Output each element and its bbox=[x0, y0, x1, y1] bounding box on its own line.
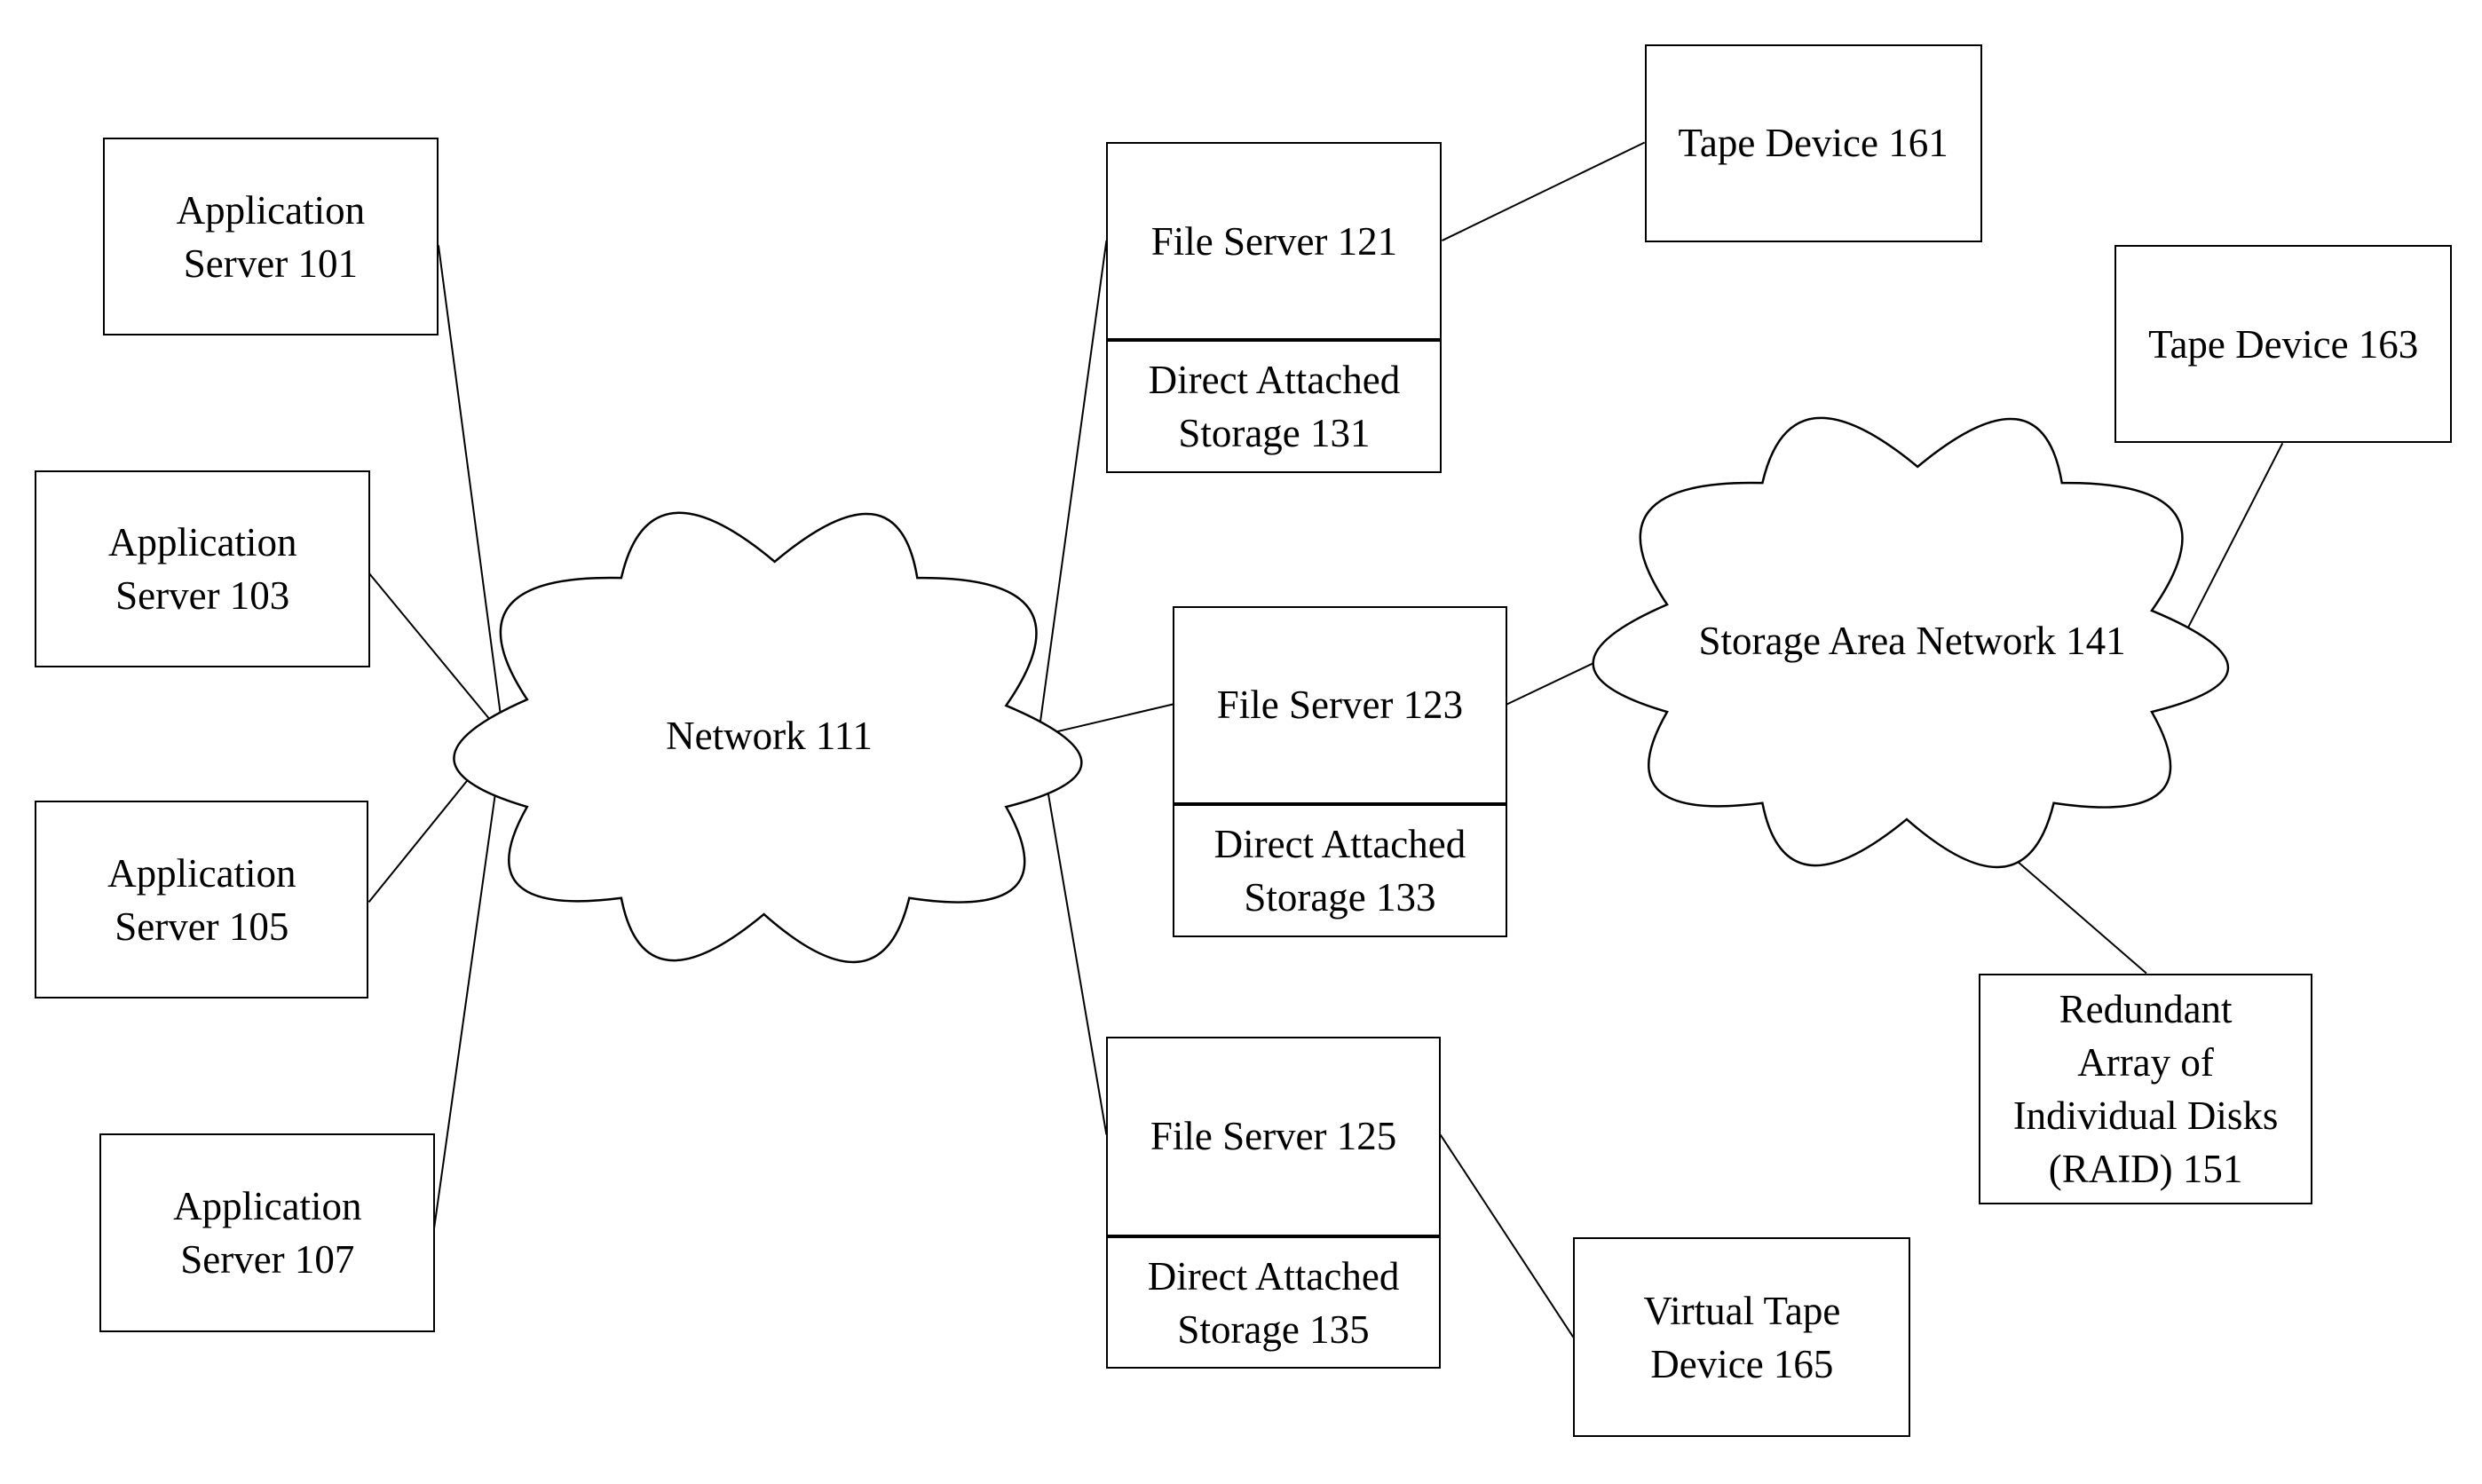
node-label: Application Server 101 bbox=[176, 187, 366, 286]
tape-box-163: Tape Device 163 bbox=[2114, 245, 2453, 444]
edge-fs125-vtape165 bbox=[1439, 1133, 1575, 1338]
app-box-101: Application Server 101 bbox=[102, 138, 439, 336]
node-label: File Server 121 bbox=[1150, 218, 1398, 264]
edge-app101-net111 bbox=[437, 245, 505, 737]
node-label: Tape Device 163 bbox=[2148, 321, 2419, 367]
tape-box-161: Tape Device 161 bbox=[1644, 43, 1982, 242]
edge-san141-tape163 bbox=[2180, 442, 2284, 642]
edge-fs121-tape161 bbox=[1442, 141, 1646, 241]
node-label: Application Server 107 bbox=[173, 1184, 362, 1283]
raid-box-151: Redundant Array of Individual Disks (RAI… bbox=[1978, 973, 2313, 1204]
node-label: Application Server 103 bbox=[107, 520, 297, 619]
node-label: Application Server 105 bbox=[107, 850, 296, 949]
fs-box-125: File Server 125 bbox=[1106, 1036, 1441, 1236]
node-label: Direct Attached Storage 133 bbox=[1213, 821, 1466, 920]
das-box-133: Direct Attached Storage 133 bbox=[1173, 803, 1507, 937]
node-label: Tape Device 161 bbox=[1678, 121, 1948, 166]
node-label: Redundant Array of Individual Disks (RAI… bbox=[2012, 986, 2279, 1191]
app-box-107: Application Server 107 bbox=[99, 1133, 436, 1333]
node-label: Virtual Tape Device 165 bbox=[1643, 1288, 1841, 1386]
edge-app103-net111 bbox=[368, 572, 504, 737]
fs-box-121: File Server 121 bbox=[1106, 142, 1443, 341]
node-label: File Server 125 bbox=[1150, 1114, 1397, 1159]
fs-box-123: File Server 123 bbox=[1173, 605, 1507, 804]
node-label: Direct Attached Storage 131 bbox=[1148, 358, 1401, 456]
node-label: Direct Attached Storage 135 bbox=[1147, 1253, 1400, 1352]
cloud-label: Network 111 bbox=[666, 714, 873, 759]
das-box-131: Direct Attached Storage 131 bbox=[1106, 340, 1443, 474]
app-box-103: Application Server 103 bbox=[35, 470, 371, 668]
das-box-135: Direct Attached Storage 135 bbox=[1106, 1235, 1441, 1370]
edge-net111-fs123 bbox=[1038, 703, 1174, 738]
edge-net111-fs121 bbox=[1037, 240, 1108, 737]
app-box-105: Application Server 105 bbox=[35, 801, 369, 999]
vtape-box-165: Virtual Tape Device 165 bbox=[1573, 1237, 1911, 1438]
node-label: File Server 123 bbox=[1216, 683, 1464, 728]
cloud-label: Storage Area Network 141 bbox=[1698, 619, 2126, 664]
edge-net111-fs125 bbox=[1037, 736, 1108, 1135]
